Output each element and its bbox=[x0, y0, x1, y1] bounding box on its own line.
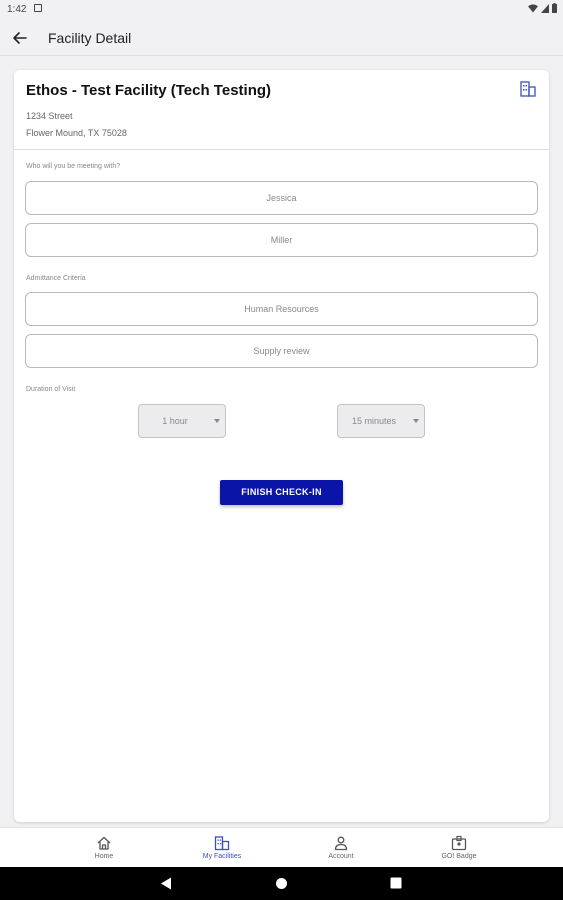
notification-icon bbox=[34, 4, 42, 12]
nav-my-facilities[interactable]: My Facilities bbox=[162, 828, 282, 868]
recents-square-icon[interactable] bbox=[390, 877, 402, 889]
status-time: 1:42 bbox=[7, 4, 27, 15]
facility-address-line2: Flower Mound, TX 75028 bbox=[26, 128, 127, 138]
criteria-label: Admittance Criteria bbox=[26, 275, 86, 282]
back-button[interactable] bbox=[8, 26, 32, 50]
minutes-select[interactable]: 15 minutes bbox=[337, 404, 425, 438]
wifi-icon bbox=[528, 3, 538, 12]
home-icon bbox=[97, 836, 111, 850]
system-nav-bar bbox=[0, 867, 563, 900]
nav-go-badge-label: GO! Badge bbox=[441, 853, 477, 860]
minutes-value: 15 minutes bbox=[351, 416, 397, 426]
bottom-nav: Home My Facilities Account GO! Badge bbox=[0, 827, 563, 867]
nav-account-label: Account bbox=[328, 853, 354, 860]
hours-select[interactable]: 1 hour bbox=[138, 404, 226, 438]
finish-check-in-button[interactable]: FINISH CHECK-IN bbox=[220, 480, 343, 505]
home-circle-icon[interactable] bbox=[275, 877, 288, 890]
facility-address-line1: 1234 Street bbox=[26, 111, 73, 121]
arrow-back-icon bbox=[13, 32, 27, 44]
reason-field[interactable]: Supply review bbox=[25, 334, 538, 368]
building-icon bbox=[214, 836, 230, 851]
hours-value: 1 hour bbox=[162, 416, 188, 426]
page-title: Facility Detail bbox=[48, 30, 132, 46]
first-name-field[interactable]: Jessica bbox=[25, 181, 538, 215]
badge-icon bbox=[451, 835, 467, 851]
chevron-down-icon bbox=[413, 419, 419, 423]
status-bar: 1:42 bbox=[0, 0, 563, 20]
facility-card: Ethos - Test Facility (Tech Testing) 123… bbox=[14, 70, 549, 822]
facility-info-button[interactable] bbox=[519, 80, 537, 98]
duration-label: Duration of Visit bbox=[26, 386, 76, 393]
back-triangle-icon[interactable] bbox=[160, 877, 172, 890]
signal-icon bbox=[541, 3, 549, 13]
status-icons bbox=[528, 3, 557, 13]
building-icon bbox=[520, 81, 536, 97]
person-icon bbox=[334, 836, 348, 851]
chevron-down-icon bbox=[214, 419, 220, 423]
battery-icon bbox=[552, 3, 557, 13]
app-bar: Facility Detail bbox=[0, 20, 563, 56]
nav-my-facilities-label: My Facilities bbox=[202, 853, 242, 860]
department-field[interactable]: Human Resources bbox=[25, 292, 538, 326]
nav-home[interactable]: Home bbox=[44, 828, 164, 868]
nav-home-label: Home bbox=[94, 853, 114, 860]
facility-name: Ethos - Test Facility (Tech Testing) bbox=[26, 82, 272, 99]
nav-go-badge[interactable]: GO! Badge bbox=[399, 828, 519, 868]
last-name-field[interactable]: Miller bbox=[25, 223, 538, 257]
meeting-label: Who will you be meeting with? bbox=[26, 163, 121, 170]
facility-header: Ethos - Test Facility (Tech Testing) 123… bbox=[14, 70, 549, 150]
nav-account[interactable]: Account bbox=[281, 828, 401, 868]
